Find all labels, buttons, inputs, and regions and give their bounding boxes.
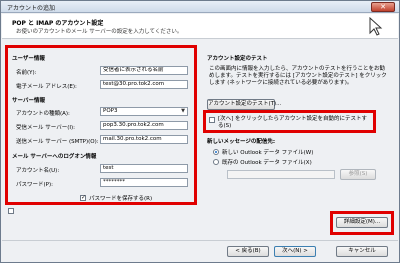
dialog-footer: < 戻る(B) 次へ(N) > キャンセル (2, 240, 398, 262)
dialog-header: POP と IMAP のアカウント設定 お使いのアカウントのメール サーバーの設… (2, 14, 398, 39)
back-button[interactable]: < 戻る(B) (227, 246, 269, 257)
browse-button: 参照(S) (340, 169, 376, 180)
next-button[interactable]: 次へ(N) > (274, 246, 316, 257)
cancel-button[interactable]: キャンセル (336, 246, 388, 257)
more-settings-highlight-box (330, 211, 394, 235)
new-data-file-label: 新しい Outlook データ ファイル(W) (222, 150, 314, 156)
delivery-heading: 新しいメッセージの配信先: (207, 139, 276, 145)
account-setup-window: アカウントの追加 ✕ POP と IMAP のアカウント設定 お使いのアカウント… (0, 0, 400, 263)
dialog-body: ユーザー情報 名前(Y): 受信者に表示される名前 電子メール アドレス(E):… (2, 40, 398, 240)
data-file-path-input (227, 170, 335, 179)
dialog-subtitle: お使いのアカウントのメール サーバーの設定を入力してください。 (16, 29, 183, 35)
spa-checkbox[interactable] (8, 208, 14, 214)
existing-data-file-label: 既存の Outlook データ ファイル(X) (222, 160, 312, 166)
new-data-file-radio[interactable] (213, 149, 219, 155)
test-settings-description: この画面内に情報を入力したら、アカウントのテストを行うことをお勧めします。テスト… (209, 66, 387, 86)
title-bar: アカウントの追加 ✕ (1, 1, 399, 13)
dialog-heading: POP と IMAP のアカウント設定 (12, 20, 104, 27)
test-settings-heading: アカウント設定のテスト (207, 56, 268, 62)
cursor-icon (369, 17, 383, 36)
auto-test-highlight-box (203, 110, 376, 133)
window-title: アカウントの追加 (7, 5, 56, 12)
existing-data-file-radio[interactable] (213, 159, 219, 165)
close-button[interactable]: ✕ (371, 2, 395, 12)
test-account-settings-button[interactable]: アカウント設定のテスト(T)... (207, 99, 281, 110)
user-settings-highlight-box (5, 45, 197, 205)
